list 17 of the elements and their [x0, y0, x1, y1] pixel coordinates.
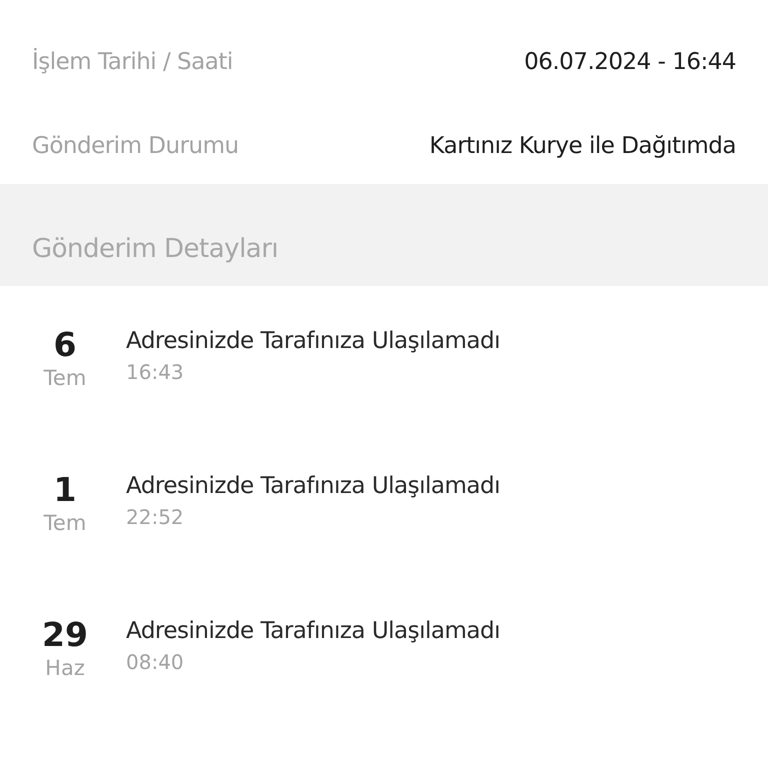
event-time: 22:52	[126, 505, 185, 529]
event-title: Adresinizde Tarafınıza Ulaşılamadı	[126, 618, 500, 644]
event-day: 1	[54, 471, 76, 509]
event-title: Adresinizde Tarafınıza Ulaşılamadı	[126, 473, 500, 499]
section-title: Gönderim Detayları	[32, 234, 278, 264]
event-month: Tem	[44, 365, 86, 392]
event-title: Adresinizde Tarafınıza Ulaşılamadı	[126, 328, 500, 354]
event-month: Haz	[45, 655, 85, 682]
field-value: 06.07.2024 - 16:44	[524, 49, 736, 75]
field-label: Gönderim Durumu	[32, 133, 239, 159]
event-day: 6	[54, 326, 76, 364]
event-month: Tem	[44, 510, 86, 537]
field-label: İşlem Tarihi / Saati	[32, 49, 233, 75]
field-value: Kartınız Kurye ile Dağıtımda	[429, 133, 736, 159]
event-time: 08:40	[126, 650, 185, 674]
event-day: 29	[42, 616, 88, 654]
event-time: 16:43	[126, 360, 185, 384]
